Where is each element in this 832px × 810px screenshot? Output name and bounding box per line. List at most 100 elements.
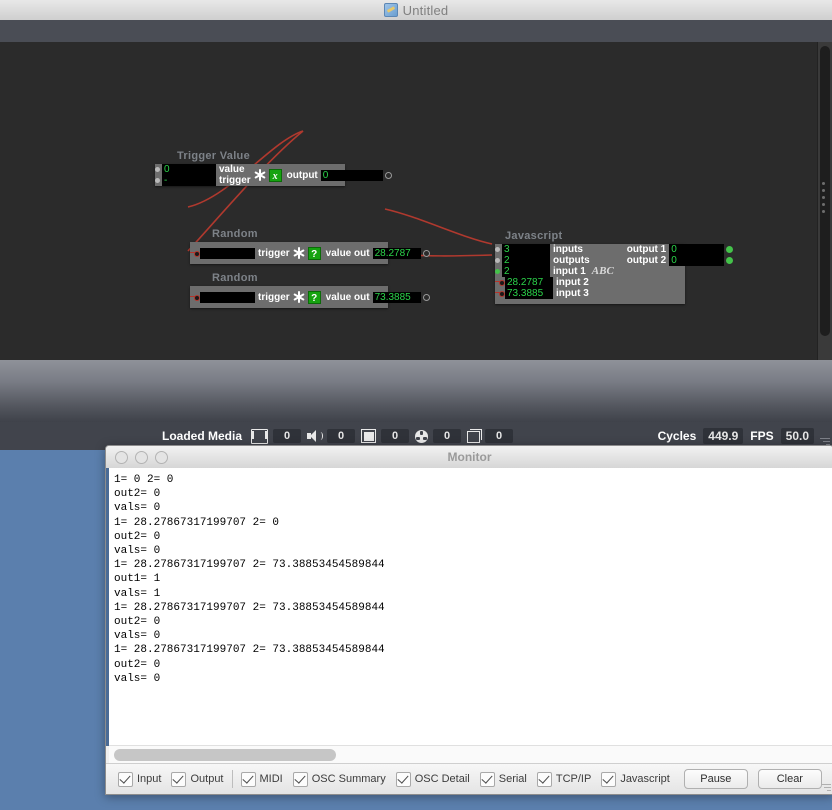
main-window: Untitled Trigger Value 0 value - trigger… [0, 0, 832, 450]
output-value[interactable]: 0 [320, 169, 383, 181]
window-titlebar[interactable]: Untitled [0, 0, 832, 21]
node-body[interactable]: trigger ? value o [190, 286, 430, 308]
fps-label: FPS [750, 429, 774, 443]
output-label: value out [325, 291, 370, 303]
snowflake-icon[interactable] [292, 246, 306, 260]
input-value[interactable] [200, 247, 255, 259]
output-value[interactable]: 73.3885 [372, 291, 421, 303]
log-line: out2= 0 [114, 616, 161, 629]
port-row[interactable]: 0 value [155, 164, 251, 175]
input-port-dot[interactable] [495, 269, 500, 274]
input-value[interactable]: 2 [502, 266, 550, 277]
pause-button[interactable]: Pause [683, 769, 748, 789]
checkbox-serial[interactable]: Serial [479, 771, 527, 787]
scene-canvas[interactable]: Trigger Value 0 value - trigger x output… [0, 42, 832, 360]
checkmark-icon[interactable] [171, 771, 187, 787]
canvas-vertical-scrollbar[interactable] [817, 42, 832, 360]
node-random-2[interactable]: Random trigger ? value out 73.3885 [190, 272, 430, 308]
input-value[interactable] [200, 291, 255, 303]
snowflake-icon[interactable] [292, 290, 306, 304]
connection-wires [187, 130, 493, 257]
input-value[interactable]: - [162, 175, 216, 186]
checkmark-icon[interactable] [479, 771, 495, 787]
snowflake-icon[interactable] [253, 168, 267, 182]
checkbox-input[interactable]: Input [118, 771, 162, 787]
output-value[interactable]: 0 [669, 255, 725, 266]
output-value[interactable]: 0 [669, 244, 725, 255]
port-row[interactable]: trigger [190, 291, 290, 303]
node-trigger-value[interactable]: Trigger Value 0 value - trigger x output… [155, 150, 392, 186]
monitor-resize-grip[interactable] [818, 780, 831, 793]
input-port-arrow-icon[interactable] [495, 291, 505, 297]
input-port-dot[interactable] [155, 167, 160, 172]
port-row[interactable]: - trigger [155, 175, 251, 186]
port-row[interactable]: 2 input 1 ABC [495, 266, 614, 277]
divider [231, 770, 233, 788]
node-body[interactable]: 3 inputs 2 outputs 2 input 1 ABC 28.2787… [495, 244, 734, 304]
checkmark-icon[interactable] [395, 771, 411, 787]
expression-icon[interactable]: x [268, 168, 282, 182]
input-port-dot[interactable] [155, 178, 160, 183]
checkbox-output[interactable]: Output [171, 771, 224, 787]
window-title: Untitled [402, 2, 449, 18]
monitor-log[interactable]: 1= 0 2= 0 out2= 0 vals= 0 1= 28.27867317… [106, 468, 832, 746]
output-port-dot[interactable] [422, 293, 430, 301]
checkbox-label: Javascript [620, 773, 670, 785]
input-value[interactable]: 73.3885 [505, 288, 553, 299]
output-port-dot[interactable] [726, 246, 734, 253]
input-value[interactable]: 28.2787 [505, 277, 553, 288]
node-body[interactable]: 0 value - trigger x output 0 [155, 164, 392, 186]
scrollbar-thumb[interactable] [114, 749, 336, 761]
log-line: vals= 0 [114, 630, 161, 643]
port-row[interactable]: 3 inputs [495, 244, 614, 255]
checkmark-icon[interactable] [292, 771, 308, 787]
port-row[interactable]: 73.3885 input 3 [495, 288, 614, 299]
port-row[interactable]: value out 28.2787 [323, 247, 430, 259]
port-row[interactable]: 28.2787 input 2 [495, 277, 614, 288]
input-value[interactable]: 2 [502, 255, 550, 266]
input-label: input 1 [553, 266, 586, 277]
checkbox-label: OSC Detail [414, 773, 470, 785]
input-value[interactable]: 3 [502, 244, 550, 255]
output-port-dot[interactable] [726, 257, 734, 264]
checkbox-osc-detail[interactable]: OSC Detail [395, 771, 470, 787]
checkbox-midi[interactable]: MIDI [240, 771, 283, 787]
node-body[interactable]: trigger ? value o [190, 242, 430, 264]
port-row[interactable]: output 1 0 [624, 244, 734, 255]
media-item-audio: 0 [307, 429, 356, 443]
monitor-titlebar[interactable]: Monitor [106, 446, 832, 469]
checkbox-tcpip[interactable]: TCP/IP [536, 771, 591, 787]
canvas-inner: Trigger Value 0 value - trigger x output… [0, 42, 832, 360]
checkmark-icon[interactable] [240, 771, 256, 787]
node-javascript[interactable]: Javascript 3 inputs 2 outputs 2 input 1 … [495, 230, 734, 304]
help-icon[interactable]: ? [307, 290, 321, 304]
monitor-horizontal-scrollbar[interactable] [109, 745, 832, 764]
input-port-arrow-icon[interactable] [190, 294, 200, 301]
checkbox-label: Input [137, 773, 162, 785]
input-port-dot[interactable] [495, 258, 500, 263]
port-row[interactable]: value out 73.3885 [323, 291, 430, 303]
clear-button[interactable]: Clear [757, 769, 822, 789]
log-line: 1= 28.27867317199707 2= 73.3885345458984… [114, 559, 385, 572]
port-row[interactable]: output 0 [284, 169, 392, 181]
checkbox-javascript[interactable]: Javascript [601, 771, 670, 787]
input-value[interactable]: 0 [162, 164, 216, 175]
checkmark-icon[interactable] [118, 771, 133, 787]
output-port-dot[interactable] [384, 171, 392, 179]
checkbox-label: Serial [498, 773, 527, 785]
port-row[interactable]: trigger [190, 247, 290, 259]
output-port-dot[interactable] [422, 249, 430, 257]
input-port-arrow-icon[interactable] [495, 280, 505, 286]
checkmark-icon[interactable] [536, 771, 552, 787]
checkbox-osc-summary[interactable]: OSC Summary [292, 771, 386, 787]
input-port-arrow-icon[interactable] [190, 250, 200, 257]
output-value[interactable]: 28.2787 [372, 247, 421, 259]
port-row[interactable]: output 2 0 [624, 255, 734, 266]
node-inputs: trigger [190, 286, 290, 308]
checkmark-icon[interactable] [601, 771, 617, 787]
help-icon[interactable]: ? [307, 246, 321, 260]
input-port-dot[interactable] [495, 247, 500, 252]
stage-preview-area [0, 360, 832, 422]
node-random-1[interactable]: Random trigger ? value out 28.2787 [190, 228, 430, 264]
input-label: value [219, 164, 245, 175]
